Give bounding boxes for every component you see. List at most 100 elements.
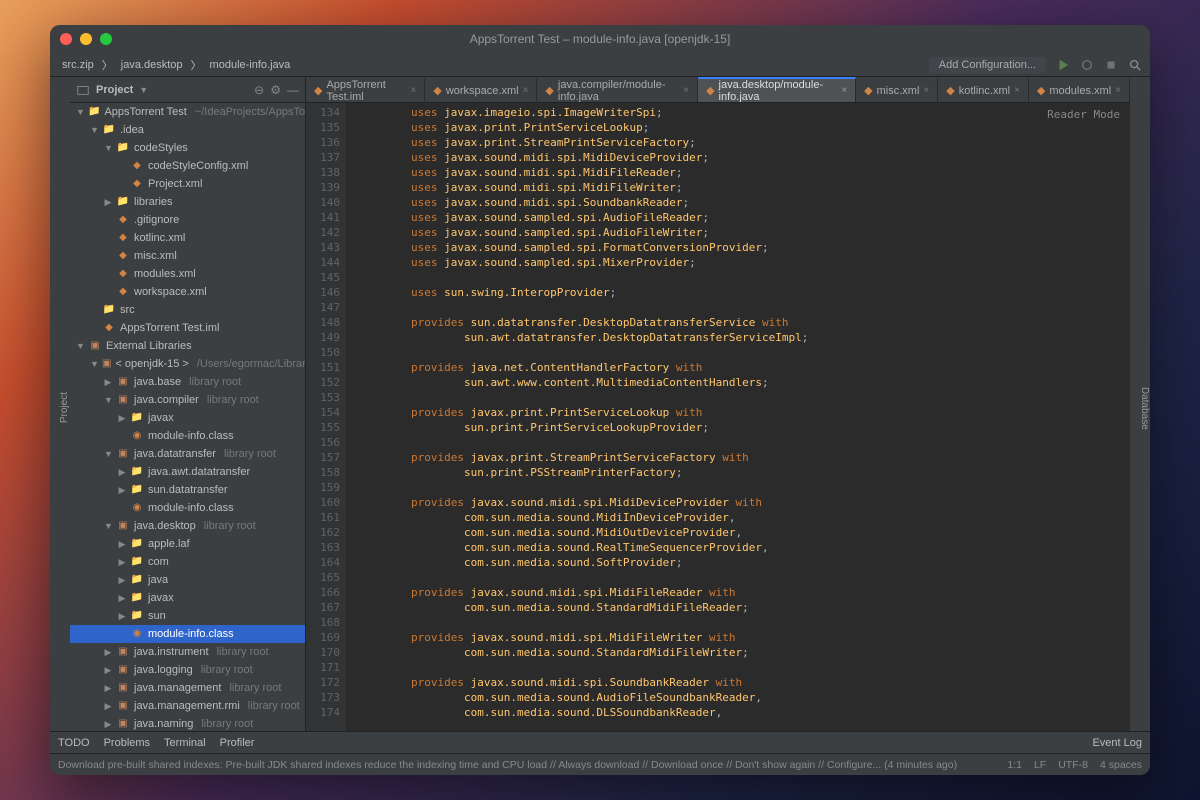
tree-node[interactable]: ▶▣java.managementlibrary root (70, 679, 305, 697)
code-line[interactable]: uses javax.sound.sampled.spi.AudioFileWr… (358, 225, 1130, 240)
code-line[interactable]: uses javax.print.PrintServiceLookup; (358, 120, 1130, 135)
tree-node[interactable]: ▶📁javax (70, 589, 305, 607)
stop-icon[interactable] (1104, 58, 1118, 72)
code-line[interactable]: com.sun.media.sound.StandardMidiFileRead… (358, 600, 1130, 615)
code-line[interactable]: com.sun.media.sound.DLSSoundbankReader, (358, 705, 1130, 720)
code-line[interactable]: uses javax.sound.midi.spi.MidiDeviceProv… (358, 150, 1130, 165)
tree-node[interactable]: ▶📁com (70, 553, 305, 571)
tree-node[interactable]: ▶📁libraries (70, 193, 305, 211)
tree-node[interactable]: ▼▣java.datatransferlibrary root (70, 445, 305, 463)
code-line[interactable]: com.sun.media.sound.RealTimeSequencerPro… (358, 540, 1130, 555)
code-line[interactable]: sun.print.PSStreamPrinterFactory; (358, 465, 1130, 480)
tree-node[interactable]: ▶📁apple.laf (70, 535, 305, 553)
titlebar[interactable]: AppsTorrent Test – module-info.java [ope… (50, 25, 1150, 53)
tree-node[interactable]: ◆modules.xml (70, 265, 305, 283)
code-line[interactable]: uses javax.imageio.spi.ImageWriterSpi; (358, 105, 1130, 120)
code-line[interactable]: provides javax.sound.midi.spi.SoundbankR… (358, 675, 1130, 690)
editor-tab[interactable]: ◆misc.xml× (856, 77, 938, 102)
code-line[interactable]: sun.awt.www.content.MultimediaContentHan… (358, 375, 1130, 390)
code-line[interactable]: com.sun.media.sound.SoftProvider; (358, 555, 1130, 570)
tree-node[interactable]: ◆AppsTorrent Test.iml (70, 319, 305, 337)
code-line[interactable]: provides javax.print.PrintServiceLookup … (358, 405, 1130, 420)
code-editor[interactable]: Reader Mode uses javax.imageio.spi.Image… (346, 103, 1130, 731)
code-line[interactable]: com.sun.media.sound.MidiInDeviceProvider… (358, 510, 1130, 525)
tree-node[interactable]: ▶▣java.logginglibrary root (70, 661, 305, 679)
code-line[interactable]: uses javax.sound.midi.spi.SoundbankReade… (358, 195, 1130, 210)
code-line[interactable]: uses javax.sound.sampled.spi.AudioFileRe… (358, 210, 1130, 225)
code-line[interactable]: provides javax.sound.midi.spi.MidiFileRe… (358, 585, 1130, 600)
tree-node[interactable]: ▼📁AppsTorrent Test~/IdeaProjects/AppsTor… (70, 103, 305, 121)
encoding[interactable]: UTF-8 (1058, 759, 1088, 771)
code-line[interactable]: uses javax.sound.sampled.spi.MixerProvid… (358, 255, 1130, 270)
code-line[interactable]: provides java.net.ContentHandlerFactory … (358, 360, 1130, 375)
search-icon[interactable] (1128, 58, 1142, 72)
code-line[interactable] (358, 480, 1130, 495)
tree-node[interactable]: ▼📁.idea (70, 121, 305, 139)
tree-node[interactable]: ▶▣java.naminglibrary root (70, 715, 305, 731)
tree-node[interactable]: ◆Project.xml (70, 175, 305, 193)
code-line[interactable] (358, 435, 1130, 450)
tree-node[interactable]: ◉module-info.class (70, 427, 305, 445)
code-line[interactable]: uses javax.sound.midi.spi.MidiFileWriter… (358, 180, 1130, 195)
tree-node[interactable]: ▶▣java.management.rmilibrary root (70, 697, 305, 715)
code-line[interactable]: provides javax.sound.midi.spi.MidiFileWr… (358, 630, 1130, 645)
run-config-dropdown[interactable]: Add Configuration... (929, 57, 1046, 73)
code-line[interactable] (358, 660, 1130, 675)
code-line[interactable] (358, 270, 1130, 285)
tool-project[interactable]: Project (59, 392, 70, 423)
code-line[interactable] (358, 615, 1130, 630)
tree-node[interactable]: ◆misc.xml (70, 247, 305, 265)
code-line[interactable]: com.sun.media.sound.AudioFileSoundbankRe… (358, 690, 1130, 705)
tree-node[interactable]: ▶📁sun.datatransfer (70, 481, 305, 499)
tree-node[interactable]: ◉module-info.class (70, 625, 305, 643)
editor-tab[interactable]: ◆java.compiler/module-info.java× (537, 77, 698, 102)
code-line[interactable]: com.sun.media.sound.StandardMidiFileWrit… (358, 645, 1130, 660)
breadcrumb[interactable]: src.zip (58, 59, 98, 71)
tool-problems[interactable]: Problems (104, 737, 150, 749)
tree-node[interactable]: ▶▣java.baselibrary root (70, 373, 305, 391)
tree-node[interactable]: ◆kotlinc.xml (70, 229, 305, 247)
hide-icon[interactable]: — (287, 83, 299, 97)
tree-node[interactable]: ◉module-info.class (70, 499, 305, 517)
editor-tab[interactable]: ◆kotlinc.xml× (938, 77, 1029, 102)
tree-node[interactable]: ▼▣< openjdk-15 >/Users/egormac/Library/J… (70, 355, 305, 373)
code-line[interactable]: uses sun.swing.InteropProvider; (358, 285, 1130, 300)
gear-icon[interactable]: ⚙ (270, 83, 281, 97)
tree-node[interactable]: ◆.gitignore (70, 211, 305, 229)
tool-todo[interactable]: TODO (58, 737, 90, 749)
editor-tab[interactable]: ◆modules.xml× (1029, 77, 1130, 102)
code-line[interactable]: uses javax.sound.midi.spi.MidiFileReader… (358, 165, 1130, 180)
collapse-icon[interactable]: ⊖ (254, 83, 264, 97)
code-line[interactable] (358, 345, 1130, 360)
editor-tab[interactable]: ◆workspace.xml× (425, 77, 537, 102)
code-line[interactable]: provides sun.datatransfer.DesktopDatatra… (358, 315, 1130, 330)
line-gutter[interactable]: 1341351361371381391401411421431441451461… (306, 103, 346, 731)
breadcrumb[interactable]: module-info.java (206, 59, 295, 71)
debug-icon[interactable] (1080, 58, 1094, 72)
reader-mode-toggle[interactable]: Reader Mode (1047, 107, 1120, 122)
event-log[interactable]: Event Log (1092, 737, 1142, 749)
tree-node[interactable]: ▼▣java.compilerlibrary root (70, 391, 305, 409)
code-line[interactable] (358, 570, 1130, 585)
code-line[interactable]: sun.awt.datatransfer.DesktopDatatransfer… (358, 330, 1130, 345)
tree-node[interactable]: ▶▣java.instrumentlibrary root (70, 643, 305, 661)
run-icon[interactable] (1056, 58, 1070, 72)
line-sep[interactable]: LF (1034, 759, 1046, 771)
code-line[interactable] (358, 300, 1130, 315)
tool-terminal[interactable]: Terminal (164, 737, 206, 749)
code-line[interactable]: provides javax.sound.midi.spi.MidiDevice… (358, 495, 1130, 510)
tree-node[interactable]: ▶📁javax (70, 409, 305, 427)
code-line[interactable]: com.sun.media.sound.MidiOutDeviceProvide… (358, 525, 1130, 540)
tree-node[interactable]: ▶📁java (70, 571, 305, 589)
project-tree[interactable]: ▼📁AppsTorrent Test~/IdeaProjects/AppsTor… (70, 103, 305, 731)
status-message[interactable]: Download pre-built shared indexes: Pre-b… (58, 759, 957, 771)
tree-node[interactable]: ▶📁java.awt.datatransfer (70, 463, 305, 481)
editor-tab[interactable]: ◆AppsTorrent Test.iml× (306, 77, 425, 102)
code-line[interactable] (358, 390, 1130, 405)
tree-node[interactable]: ◆workspace.xml (70, 283, 305, 301)
code-line[interactable]: uses javax.print.StreamPrintServiceFacto… (358, 135, 1130, 150)
code-line[interactable]: provides javax.print.StreamPrintServiceF… (358, 450, 1130, 465)
breadcrumb[interactable]: java.desktop (117, 59, 187, 71)
cursor-pos[interactable]: 1:1 (1007, 759, 1022, 771)
code-line[interactable]: sun.print.PrintServiceLookupProvider; (358, 420, 1130, 435)
